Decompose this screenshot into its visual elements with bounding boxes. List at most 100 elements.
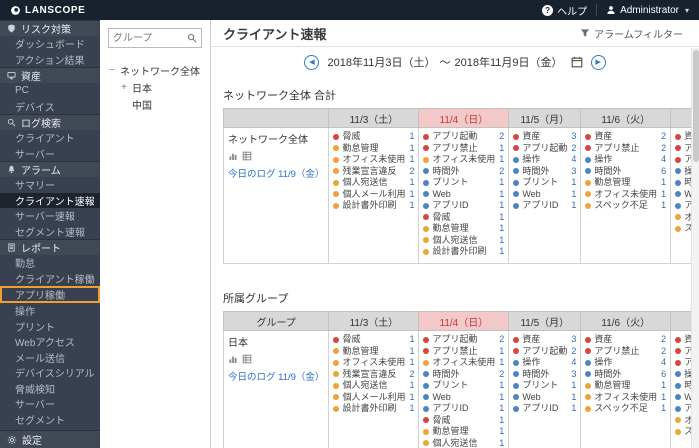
alarm-count-item[interactable]: 設計書外印刷1 — [333, 200, 414, 212]
sidebar-item[interactable]: クライアント速報 — [0, 193, 100, 209]
sidebar-item[interactable]: アクション結果 — [0, 52, 100, 68]
tree-node[interactable]: 中国 — [108, 96, 202, 113]
alarm-count-item[interactable]: 時間外6 — [585, 166, 666, 178]
alarm-count-item[interactable]: アプリID1 — [513, 200, 576, 212]
alarm-count-item[interactable]: 操作4 — [513, 357, 576, 369]
alarm-count-item[interactable]: 個人宛送信1 — [333, 177, 414, 189]
alarm-count-item[interactable]: 個人宛送信1 — [423, 235, 504, 247]
expand-icon[interactable]: + — [120, 82, 128, 93]
alarm-count-item[interactable]: 時間外3 — [513, 166, 576, 178]
chart-icon[interactable] — [228, 354, 238, 364]
sidebar-item[interactable]: サーバー — [0, 396, 100, 412]
group-search[interactable] — [108, 28, 202, 48]
alarm-count-item[interactable]: オフィス未使用1 — [333, 357, 414, 369]
alarm-count-item[interactable]: Web1 — [423, 392, 504, 404]
sidebar-item[interactable]: クライアント — [0, 130, 100, 146]
sidebar-item[interactable]: メール送信 — [0, 350, 100, 366]
alarm-count-item[interactable]: プリント1 — [423, 177, 504, 189]
alarm-count-item[interactable]: アプリ起動2 — [513, 346, 576, 358]
sidebar-item[interactable]: クライアント稼働 — [0, 271, 100, 287]
alarm-count-item[interactable]: 勤怠管理1 — [423, 223, 504, 235]
tree-node[interactable]: +日本 — [108, 79, 202, 96]
alarm-count-item[interactable]: 勤怠管理1 — [585, 380, 666, 392]
alarm-count-item[interactable]: 個人メール利用1 — [333, 189, 414, 201]
sidebar-section-header[interactable]: アラーム — [0, 161, 100, 177]
tree-node-root[interactable]: − ネットワーク全体 — [108, 62, 202, 79]
alarm-count-item[interactable]: 個人宛送信1 — [423, 438, 504, 448]
alarm-count-item[interactable]: オフィス未使用1 — [423, 154, 504, 166]
sidebar-item[interactable]: プリント — [0, 319, 100, 335]
alarm-count-item[interactable]: 勤怠管理1 — [585, 177, 666, 189]
alarm-count-item[interactable]: 時間外6 — [585, 369, 666, 381]
alarm-count-item[interactable]: アプリ禁止1 — [423, 143, 504, 155]
sidebar-item[interactable]: セグメント — [0, 412, 100, 428]
user-menu[interactable]: Administrator ▾ — [606, 5, 689, 16]
alarm-count-item[interactable]: 個人メール利用1 — [333, 392, 414, 404]
sidebar-item-settings[interactable]: 設定 — [0, 430, 100, 448]
sidebar-item[interactable]: デバイスシリアル — [0, 365, 100, 381]
collapse-icon[interactable]: − — [108, 65, 116, 76]
sidebar-section-header[interactable]: レポート — [0, 239, 100, 255]
sidebar-item[interactable]: サーバー速報 — [0, 208, 100, 224]
alarm-count-item[interactable]: オフィス未使用1 — [333, 154, 414, 166]
alarm-count-item[interactable]: 設計書外印刷1 — [423, 246, 504, 258]
alarm-count-item[interactable]: 脅威1 — [333, 131, 414, 143]
sidebar-item[interactable]: PC — [0, 83, 100, 99]
alarm-count-item[interactable]: アプリ起動2 — [423, 131, 504, 143]
alarm-count-item[interactable]: 資産2 — [585, 131, 666, 143]
sidebar-item[interactable]: Webアクセス — [0, 334, 100, 350]
sidebar-item[interactable]: 勤怠 — [0, 255, 100, 271]
next-week-button[interactable]: ▶ — [591, 55, 606, 70]
list-icon[interactable] — [242, 151, 252, 161]
main-scrollbar[interactable] — [691, 48, 699, 448]
alarm-count-item[interactable]: 資産3 — [513, 131, 576, 143]
alarm-count-item[interactable]: 時間外3 — [513, 369, 576, 381]
help-button[interactable]: ? ヘルプ — [542, 3, 587, 18]
alarm-count-item[interactable]: 資産3 — [513, 334, 576, 346]
prev-week-button[interactable]: ◀ — [304, 55, 319, 70]
alarm-count-item[interactable]: 残業宣言違反2 — [333, 369, 414, 381]
alarm-count-item[interactable]: アプリ起動2 — [513, 143, 576, 155]
alarm-count-item[interactable]: アプリ起動2 — [423, 334, 504, 346]
scrollbar-thumb[interactable] — [693, 50, 699, 162]
alarm-count-item[interactable]: アプリ禁止2 — [585, 346, 666, 358]
alarm-count-item[interactable]: 操作4 — [585, 154, 666, 166]
alarm-count-item[interactable]: プリント1 — [423, 380, 504, 392]
today-log-link[interactable]: 今日のログ 11/9（金） — [228, 372, 324, 383]
alarm-count-item[interactable]: スペック不足1 — [585, 403, 666, 415]
alarm-count-item[interactable]: アプリ禁止1 — [423, 346, 504, 358]
alarm-count-item[interactable]: スペック不足1 — [585, 200, 666, 212]
alarm-count-item[interactable]: 残業宣言違反2 — [333, 166, 414, 178]
alarm-count-item[interactable]: 時間外2 — [423, 369, 504, 381]
sidebar-item[interactable]: アプリ稼働 — [0, 286, 100, 303]
sidebar-item[interactable]: サマリー — [0, 177, 100, 193]
today-log-link[interactable]: 今日のログ 11/9（金） — [228, 169, 324, 180]
alarm-count-item[interactable]: 個人宛送信1 — [333, 380, 414, 392]
alarm-count-item[interactable]: Web1 — [423, 189, 504, 201]
alarm-count-item[interactable]: 操作4 — [585, 357, 666, 369]
sidebar-item[interactable]: 脅威検知 — [0, 381, 100, 397]
alarm-count-item[interactable]: 勤怠管理1 — [333, 346, 414, 358]
alarm-count-item[interactable]: Web1 — [513, 189, 576, 201]
sidebar-item[interactable]: セグメント速報 — [0, 224, 100, 240]
sidebar-section-header[interactable]: ログ検索 — [0, 114, 100, 130]
sidebar-item[interactable]: 操作 — [0, 303, 100, 319]
alarm-count-item[interactable]: 時間外2 — [423, 166, 504, 178]
sidebar-item[interactable]: ダッシュボード — [0, 36, 100, 52]
alarm-count-item[interactable]: プリント1 — [513, 177, 576, 189]
sidebar-item[interactable]: デバイス — [0, 99, 100, 115]
alarm-count-item[interactable]: 脅威1 — [333, 334, 414, 346]
alarm-count-item[interactable]: アプリ禁止2 — [585, 143, 666, 155]
alarm-count-item[interactable]: アプリID1 — [423, 403, 504, 415]
alarm-count-item[interactable]: アプリID1 — [513, 403, 576, 415]
list-icon[interactable] — [242, 354, 252, 364]
sidebar-section-header[interactable]: リスク対策 — [0, 20, 100, 36]
alarm-count-item[interactable]: 勤怠管理1 — [423, 426, 504, 438]
alarm-count-item[interactable]: 脅威1 — [423, 212, 504, 224]
sidebar-item[interactable]: サーバー — [0, 146, 100, 162]
calendar-icon[interactable] — [571, 56, 583, 68]
alarm-count-item[interactable]: オフィス未使用1 — [585, 189, 666, 201]
alarm-count-item[interactable]: オフィス未使用1 — [423, 357, 504, 369]
alarm-count-item[interactable]: 操作4 — [513, 154, 576, 166]
alarm-count-item[interactable]: 資産2 — [585, 334, 666, 346]
